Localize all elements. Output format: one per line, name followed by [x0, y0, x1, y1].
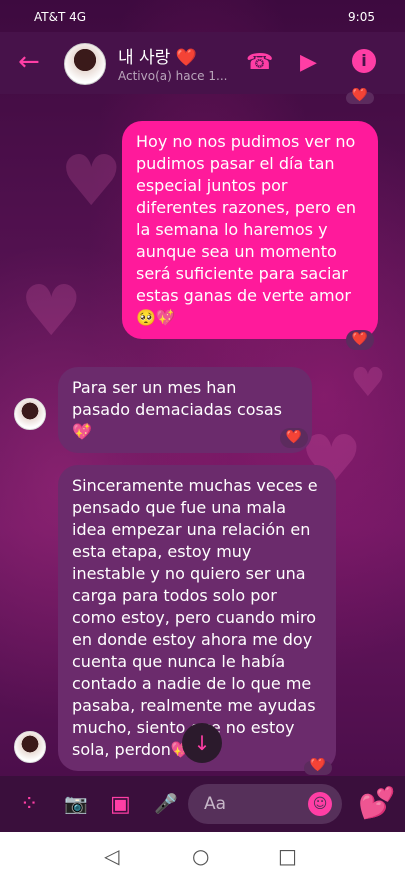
sender-avatar[interactable] [14, 731, 46, 763]
system-navigation-bar: ◁ ○ □ [0, 832, 405, 878]
contact-name[interactable]: 내 사랑 ❤️ [118, 43, 197, 68]
presence-status: Activo(a) hace 1... [118, 69, 228, 83]
sender-avatar[interactable] [14, 398, 46, 430]
reaction-badge[interactable]: ❤️ [304, 759, 332, 775]
phone-call-icon[interactable]: ☎ [246, 50, 273, 75]
quick-reaction-heart-icon[interactable]: 💕 [358, 786, 395, 821]
back-arrow-icon[interactable]: ← [18, 49, 40, 75]
incoming-message[interactable]: Para ser un mes han pasado demaciadas co… [58, 367, 312, 453]
message-input[interactable]: Aa ☺ [188, 784, 342, 824]
camera-icon[interactable]: 📷 [64, 792, 88, 815]
reaction-badge[interactable]: ❤️ [346, 330, 374, 350]
outgoing-message[interactable]: Hoy no nos pudimos ver no pudimos pasar … [122, 121, 378, 339]
status-bar: AT&T 4G 9:05 [0, 0, 405, 32]
heart-decoration: ♥ [60, 140, 123, 222]
heart-decoration: ♥ [350, 360, 386, 406]
carrier-label: AT&T 4G [34, 10, 87, 24]
nav-recent-apps-icon[interactable]: □ [278, 844, 297, 868]
conversation-header: ← 내 사랑 ❤️ Activo(a) hace 1... ☎ ▶ i [0, 32, 405, 94]
message-placeholder: Aa [204, 794, 227, 814]
nav-back-icon[interactable]: ◁ [104, 844, 119, 868]
message-composer: ⁘ 📷 ▣ 🎤 Aa ☺ 💕 [0, 776, 405, 832]
reaction-badge[interactable]: ❤️ [346, 89, 374, 104]
microphone-icon[interactable]: 🎤 [154, 792, 178, 815]
nav-home-icon[interactable]: ○ [192, 844, 209, 868]
clock: 9:05 [348, 10, 375, 24]
emoji-icon[interactable]: ☺ [308, 792, 332, 816]
heart-decoration: ♥ [20, 270, 83, 352]
contact-avatar[interactable] [64, 43, 106, 85]
video-call-icon[interactable]: ▶ [300, 50, 317, 75]
scroll-down-button[interactable]: ↓ [182, 723, 222, 763]
info-icon[interactable]: i [352, 49, 376, 73]
gallery-icon[interactable]: ▣ [110, 792, 131, 817]
apps-grid-icon[interactable]: ⁘ [20, 792, 38, 817]
reaction-badge[interactable]: ❤️ [280, 428, 308, 448]
